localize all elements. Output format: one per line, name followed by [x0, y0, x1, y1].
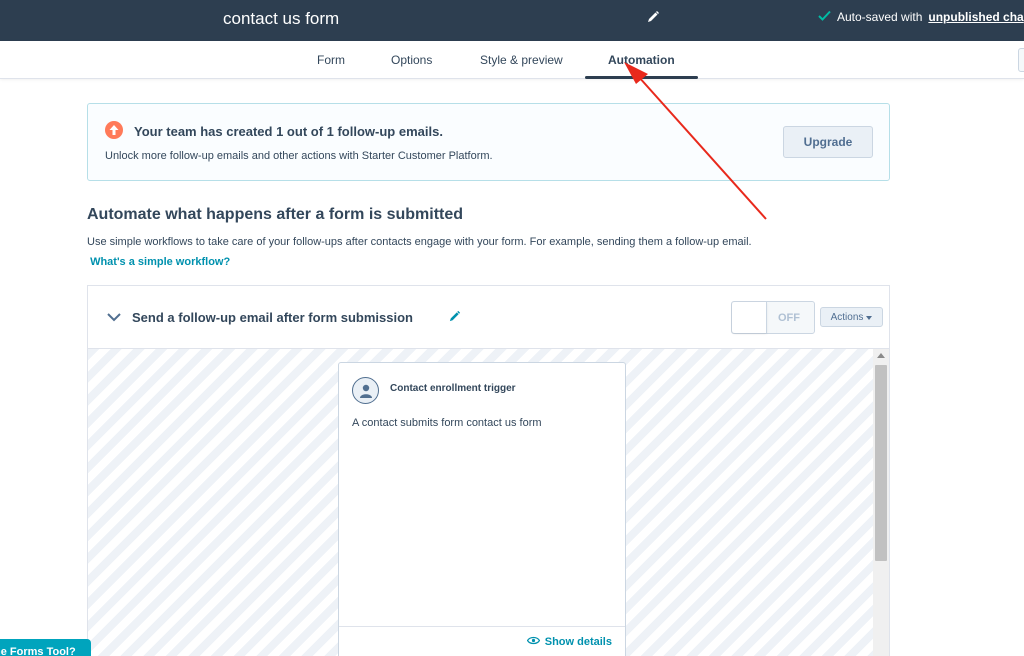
- actions-label: Actions: [830, 311, 864, 323]
- autosave-status: Auto-saved with unpublished cha: [818, 10, 1024, 24]
- workflow-header: Send a follow-up email after form submis…: [88, 286, 889, 349]
- scroll-up-arrow-icon[interactable]: [877, 353, 885, 358]
- trigger-title: Contact enrollment trigger: [390, 383, 516, 394]
- workflow-title: Send a follow-up email after form submis…: [132, 310, 413, 325]
- active-tab-indicator: [585, 76, 698, 79]
- workflow-card: Send a follow-up email after form submis…: [87, 285, 890, 656]
- top-bar: contact us form Auto-saved with unpublis…: [0, 0, 1024, 41]
- upgrade-button[interactable]: Upgrade: [783, 126, 873, 158]
- toggle-knob: [732, 302, 767, 333]
- workflow-toggle[interactable]: OFF: [731, 301, 815, 334]
- editor-tabs: Form Options Style & preview Automation: [0, 41, 1024, 79]
- tab-options[interactable]: Options: [391, 53, 432, 67]
- tab-style-preview[interactable]: Style & preview: [480, 53, 563, 67]
- unpublished-changes-link[interactable]: unpublished cha: [928, 10, 1023, 24]
- edit-workflow-pencil-icon[interactable]: [448, 310, 461, 328]
- banner-subtext: Unlock more follow-up emails and other a…: [105, 150, 493, 162]
- section-description: Use simple workflows to take care of you…: [87, 232, 767, 272]
- actions-dropdown-button[interactable]: Actions: [820, 307, 883, 327]
- tab-automation[interactable]: Automation: [608, 53, 675, 67]
- tab-form[interactable]: Form: [317, 53, 345, 67]
- trigger-description: A contact submits form contact us form: [352, 417, 542, 429]
- enrollment-trigger-card[interactable]: Contact enrollment trigger A contact sub…: [338, 362, 626, 656]
- eye-icon: [526, 636, 540, 648]
- form-title[interactable]: contact us form: [223, 9, 339, 29]
- right-edge-button[interactable]: [1018, 48, 1024, 72]
- show-details-link[interactable]: Show details: [526, 636, 612, 648]
- simple-workflow-link[interactable]: What's a simple workflow?: [90, 256, 230, 268]
- help-forms-tool-tab[interactable]: he Forms Tool?: [0, 639, 91, 656]
- caret-down-icon: [866, 312, 873, 323]
- section-title: Automate what happens after a form is su…: [87, 206, 464, 223]
- workflow-canvas[interactable]: Contact enrollment trigger A contact sub…: [88, 349, 889, 656]
- checkmark-icon: [818, 10, 831, 24]
- show-details-label: Show details: [544, 636, 612, 648]
- upgrade-arrow-icon: [105, 121, 123, 139]
- autosave-text: Auto-saved with: [837, 10, 923, 24]
- banner-headline: Your team has created 1 out of 1 follow-…: [134, 124, 443, 139]
- canvas-scrollbar[interactable]: [873, 349, 889, 656]
- trigger-card-footer: Show details: [339, 626, 625, 656]
- contact-person-icon: [352, 377, 379, 404]
- collapse-chevron-icon[interactable]: [106, 310, 122, 328]
- upgrade-banner: Your team has created 1 out of 1 follow-…: [87, 103, 890, 181]
- scrollbar-thumb[interactable]: [875, 365, 887, 561]
- toggle-off-label: OFF: [778, 312, 800, 324]
- edit-title-pencil-icon[interactable]: [646, 10, 660, 24]
- section-description-text: Use simple workflows to take care of you…: [87, 236, 752, 248]
